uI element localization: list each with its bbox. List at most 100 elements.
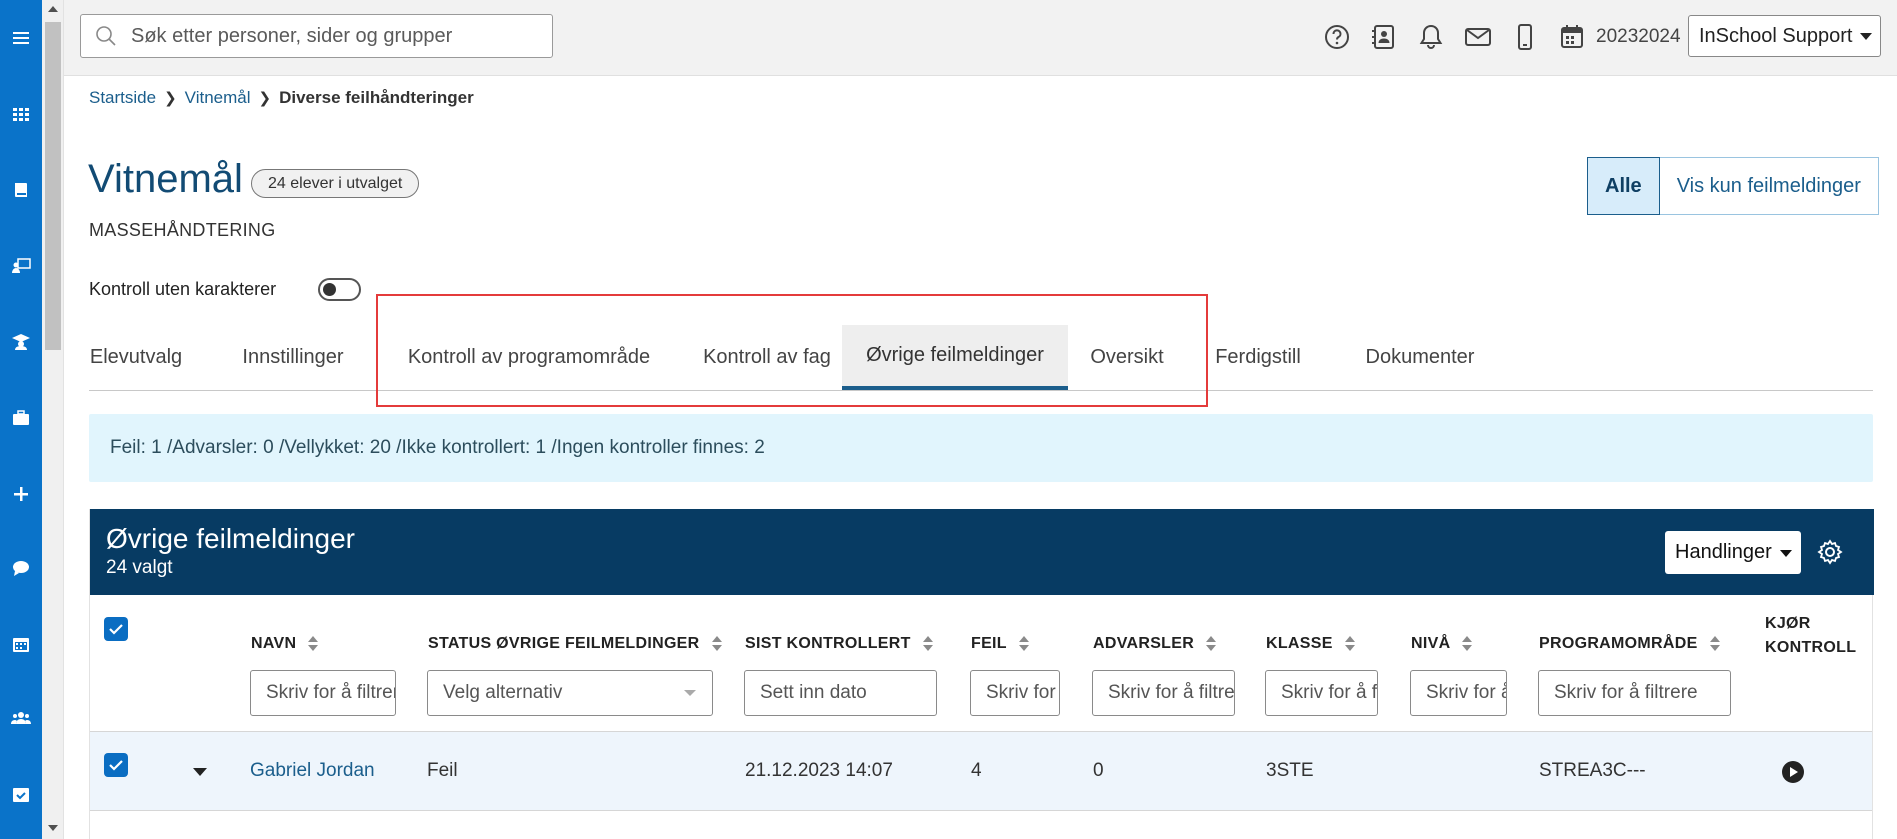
actions-label: Handlinger: [1675, 541, 1772, 563]
column-label: NIVÅ: [1411, 635, 1451, 652]
sort-icon[interactable]: [1206, 636, 1217, 652]
column-header-status[interactable]: STATUS ØVRIGE FEILMELDINGER: [428, 635, 722, 653]
menu-icon[interactable]: [0, 18, 42, 58]
checkmark-icon: [109, 760, 123, 771]
run-check-play-icon[interactable]: [1782, 761, 1804, 783]
sort-icon[interactable]: [1344, 636, 1355, 652]
filter-toggle-group: Alle Vis kun feilmeldinger: [1587, 157, 1879, 215]
column-header-programomrade[interactable]: PROGRAMOMRÅDE: [1539, 635, 1720, 653]
actions-dropdown-button[interactable]: Handlinger: [1665, 531, 1801, 574]
column-header-klasse[interactable]: KLASSE: [1266, 635, 1355, 653]
column-header-navn[interactable]: NAVN: [251, 635, 319, 653]
help-icon[interactable]: [1322, 22, 1352, 52]
column-label: ADVARSLER: [1093, 635, 1195, 652]
calendar-icon[interactable]: [1557, 22, 1587, 52]
calendar-icon[interactable]: [0, 624, 42, 664]
switch-knob: [323, 283, 336, 296]
top-bar: 20232024 InSchool Support: [64, 0, 1897, 76]
sort-icon[interactable]: [711, 636, 722, 652]
column-header-niva[interactable]: NIVÅ: [1411, 635, 1473, 653]
breadcrumb: Startside ❯ Vitnemål ❯ Diverse feilhåndt…: [89, 88, 474, 108]
column-header-sist-kontrollert[interactable]: SIST KONTROLLERT: [745, 635, 933, 653]
control-toggle-switch[interactable]: [318, 278, 361, 301]
scroll-down-icon[interactable]: [48, 825, 58, 831]
tab-ferdigstill[interactable]: Ferdigstill: [1206, 325, 1310, 390]
school-select-label: InSchool Support: [1699, 24, 1853, 47]
filter-select-status[interactable]: Velg alternativ: [427, 670, 713, 716]
select-all-checkbox[interactable]: [104, 617, 128, 641]
checkmark-icon: [109, 624, 123, 635]
filter-date-sist-kontrollert[interactable]: Sett inn dato: [744, 670, 937, 716]
breadcrumb-current: Diverse feilhåndteringer: [279, 88, 474, 107]
column-header-feil[interactable]: FEIL: [971, 635, 1029, 653]
filter-input-klasse[interactable]: Skriv for å filtrere: [1265, 670, 1378, 716]
sort-icon[interactable]: [308, 636, 319, 652]
chevron-down-icon: [1780, 550, 1792, 557]
contact-card-icon[interactable]: [1369, 22, 1399, 52]
mobile-icon[interactable]: [1510, 22, 1540, 52]
expand-row-icon[interactable]: [193, 768, 207, 776]
scrollbar-thumb[interactable]: [45, 22, 61, 350]
toggle-all-button[interactable]: Alle: [1587, 157, 1660, 215]
grid-icon[interactable]: [0, 94, 42, 134]
errors-panel: Øvrige feilmeldinger 24 valgt Handlinger…: [89, 509, 1874, 839]
count-badge: 24 elever i utvalget: [251, 169, 420, 198]
filter-input-navn[interactable]: Skriv for å filtrere: [250, 670, 396, 716]
chevron-right-icon: ❯: [258, 90, 272, 107]
page-scrollbar[interactable]: [42, 0, 64, 839]
selected-count: 24 valgt: [106, 557, 173, 578]
cell-last-checked: 21.12.2023 14:07: [745, 760, 893, 781]
sort-icon[interactable]: [1462, 636, 1473, 652]
school-year[interactable]: 20232024: [1596, 26, 1681, 48]
filter-input-niva[interactable]: Skriv for å filtrere: [1410, 670, 1507, 716]
column-label: PROGRAMOMRÅDE: [1539, 635, 1698, 652]
chat-icon[interactable]: [0, 548, 42, 588]
filter-input-programomrade[interactable]: Skriv for å filtrere: [1538, 670, 1731, 716]
toggle-errors-only-button[interactable]: Vis kun feilmeldinger: [1659, 157, 1879, 215]
gear-icon[interactable]: [1817, 539, 1843, 565]
sort-icon[interactable]: [1018, 636, 1029, 652]
breadcrumb-link-vitnemal[interactable]: Vitnemål: [185, 88, 251, 108]
bell-icon[interactable]: [1416, 22, 1446, 52]
tab-innstillinger[interactable]: Innstillinger: [233, 325, 353, 390]
sort-icon[interactable]: [922, 636, 933, 652]
filter-input-advarsler[interactable]: Skriv for å filtrere: [1092, 670, 1235, 716]
breadcrumb-link-startside[interactable]: Startside: [89, 88, 156, 108]
plus-icon[interactable]: [0, 474, 42, 514]
highlight-annotation-box: [376, 294, 1208, 407]
filter-select-label: Velg alternativ: [443, 682, 563, 703]
student-name-link[interactable]: Gabriel Jordan: [250, 760, 375, 782]
column-label: FEIL: [971, 635, 1007, 652]
search-input[interactable]: [131, 24, 531, 48]
column-label: NAVN: [251, 635, 297, 652]
tab-elevutvalg[interactable]: Elevutvalg: [89, 325, 183, 390]
column-label: KLASSE: [1266, 635, 1333, 652]
panel-title: Øvrige feilmeldinger: [106, 523, 355, 554]
graduation-icon[interactable]: [0, 322, 42, 362]
mail-icon[interactable]: [1463, 22, 1493, 52]
briefcase-icon[interactable]: [0, 398, 42, 438]
teacher-icon[interactable]: [0, 246, 42, 286]
row-checkbox[interactable]: [104, 753, 128, 777]
cell-program-area: STREA3C---: [1539, 760, 1646, 781]
book-icon[interactable]: [0, 170, 42, 210]
chevron-down-icon: [684, 690, 696, 696]
calendar-check-icon[interactable]: [0, 774, 42, 814]
tab-dokumenter[interactable]: Dokumenter: [1342, 325, 1498, 390]
column-header-advarsler[interactable]: ADVARSLER: [1093, 635, 1217, 653]
chevron-right-icon: ❯: [164, 90, 177, 107]
school-select[interactable]: InSchool Support: [1688, 15, 1881, 57]
search-box[interactable]: [80, 14, 553, 58]
column-label: SIST KONTROLLERT: [745, 635, 911, 652]
scroll-up-icon[interactable]: [48, 6, 58, 12]
status-summary-alert: Feil: 1 /Advarsler: 0 /Vellykket: 20 /Ik…: [89, 414, 1873, 482]
cell-class: 3STE: [1266, 760, 1314, 781]
table-row[interactable]: Gabriel Jordan Feil 21.12.2023 14:07 4 0…: [90, 732, 1872, 811]
control-toggle-label: Kontroll uten karakterer: [89, 279, 277, 299]
filter-input-feil[interactable]: Skriv for å filtrere: [970, 670, 1060, 716]
cell-status: Feil: [427, 760, 458, 781]
search-icon: [96, 26, 116, 46]
sort-icon[interactable]: [1709, 636, 1720, 652]
group-icon[interactable]: [0, 698, 42, 738]
page-subtitle: MASSEHÅNDTERING: [89, 220, 276, 240]
